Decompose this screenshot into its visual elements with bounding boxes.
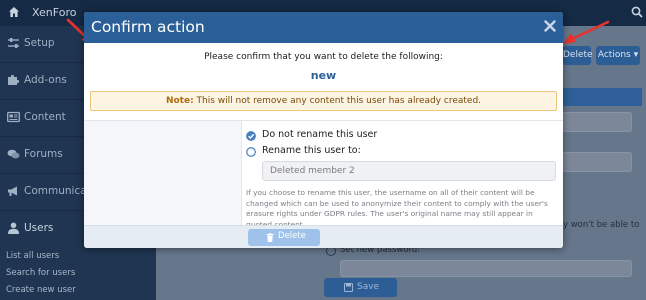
- note-label: Note:: [165, 96, 194, 106]
- sidebar-item-label: Users: [24, 222, 54, 234]
- username-field[interactable]: [561, 112, 632, 132]
- save-button[interactable]: Save: [324, 278, 397, 297]
- note-banner: Note: This will not remove any content t…: [90, 91, 557, 111]
- target-user-name: new: [310, 69, 337, 82]
- trash-icon: [266, 233, 274, 242]
- user-icon: [8, 222, 19, 234]
- confirm-delete-button[interactable]: Delete: [248, 229, 320, 246]
- radio-checked-icon: [246, 131, 256, 141]
- partial-help-text: y won't be able to: [563, 220, 640, 230]
- sidebar-subitem-list-users[interactable]: List all users: [6, 251, 59, 261]
- dialog-title: Confirm action: [91, 18, 205, 36]
- sliders-icon: [8, 38, 19, 48]
- note-text: This will not remove any content this us…: [193, 96, 482, 106]
- home-icon[interactable]: [8, 6, 20, 18]
- delete-label: Delete: [278, 231, 306, 241]
- confirm-message: Please confirm that you want to delete t…: [204, 52, 443, 62]
- puzzle-icon: [8, 74, 20, 85]
- confirm-dialog: Confirm action Please confirm that you w…: [84, 12, 563, 248]
- form-label-column: [84, 121, 242, 225]
- radio-label: Do not rename this user: [262, 129, 378, 140]
- close-icon[interactable]: [544, 20, 556, 32]
- radio-unchecked-icon: [246, 147, 256, 157]
- header-delete-button[interactable]: Delete: [563, 46, 593, 65]
- newspaper-icon: [7, 111, 20, 123]
- sidebar-subitem-search-users[interactable]: Search for users: [6, 268, 75, 278]
- annotation-arrow-right: [563, 20, 610, 44]
- bullhorn-icon: [8, 186, 17, 196]
- panel-header: [561, 88, 642, 106]
- radio-label: Rename this user to:: [262, 145, 361, 156]
- sidebar-item-label: Content: [24, 111, 66, 123]
- password-field[interactable]: [340, 260, 632, 277]
- dialog-title-bar: Confirm action: [84, 12, 563, 43]
- dialog-footer: Delete: [84, 225, 563, 248]
- sidebar-item-label: Setup: [24, 37, 55, 49]
- save-label: Save: [357, 282, 380, 292]
- sidebar-item-label: Forums: [24, 148, 63, 160]
- email-field[interactable]: [561, 152, 632, 172]
- sidebar-item-label: Add-ons: [24, 74, 67, 86]
- rename-user-input[interactable]: [262, 161, 556, 181]
- actions-dropdown-button[interactable]: Actions ▾: [596, 46, 640, 65]
- save-icon: [344, 283, 353, 292]
- search-icon[interactable]: [631, 6, 643, 18]
- sidebar-subitem-create-user[interactable]: Create new user: [6, 285, 76, 295]
- comments-icon: [7, 149, 20, 159]
